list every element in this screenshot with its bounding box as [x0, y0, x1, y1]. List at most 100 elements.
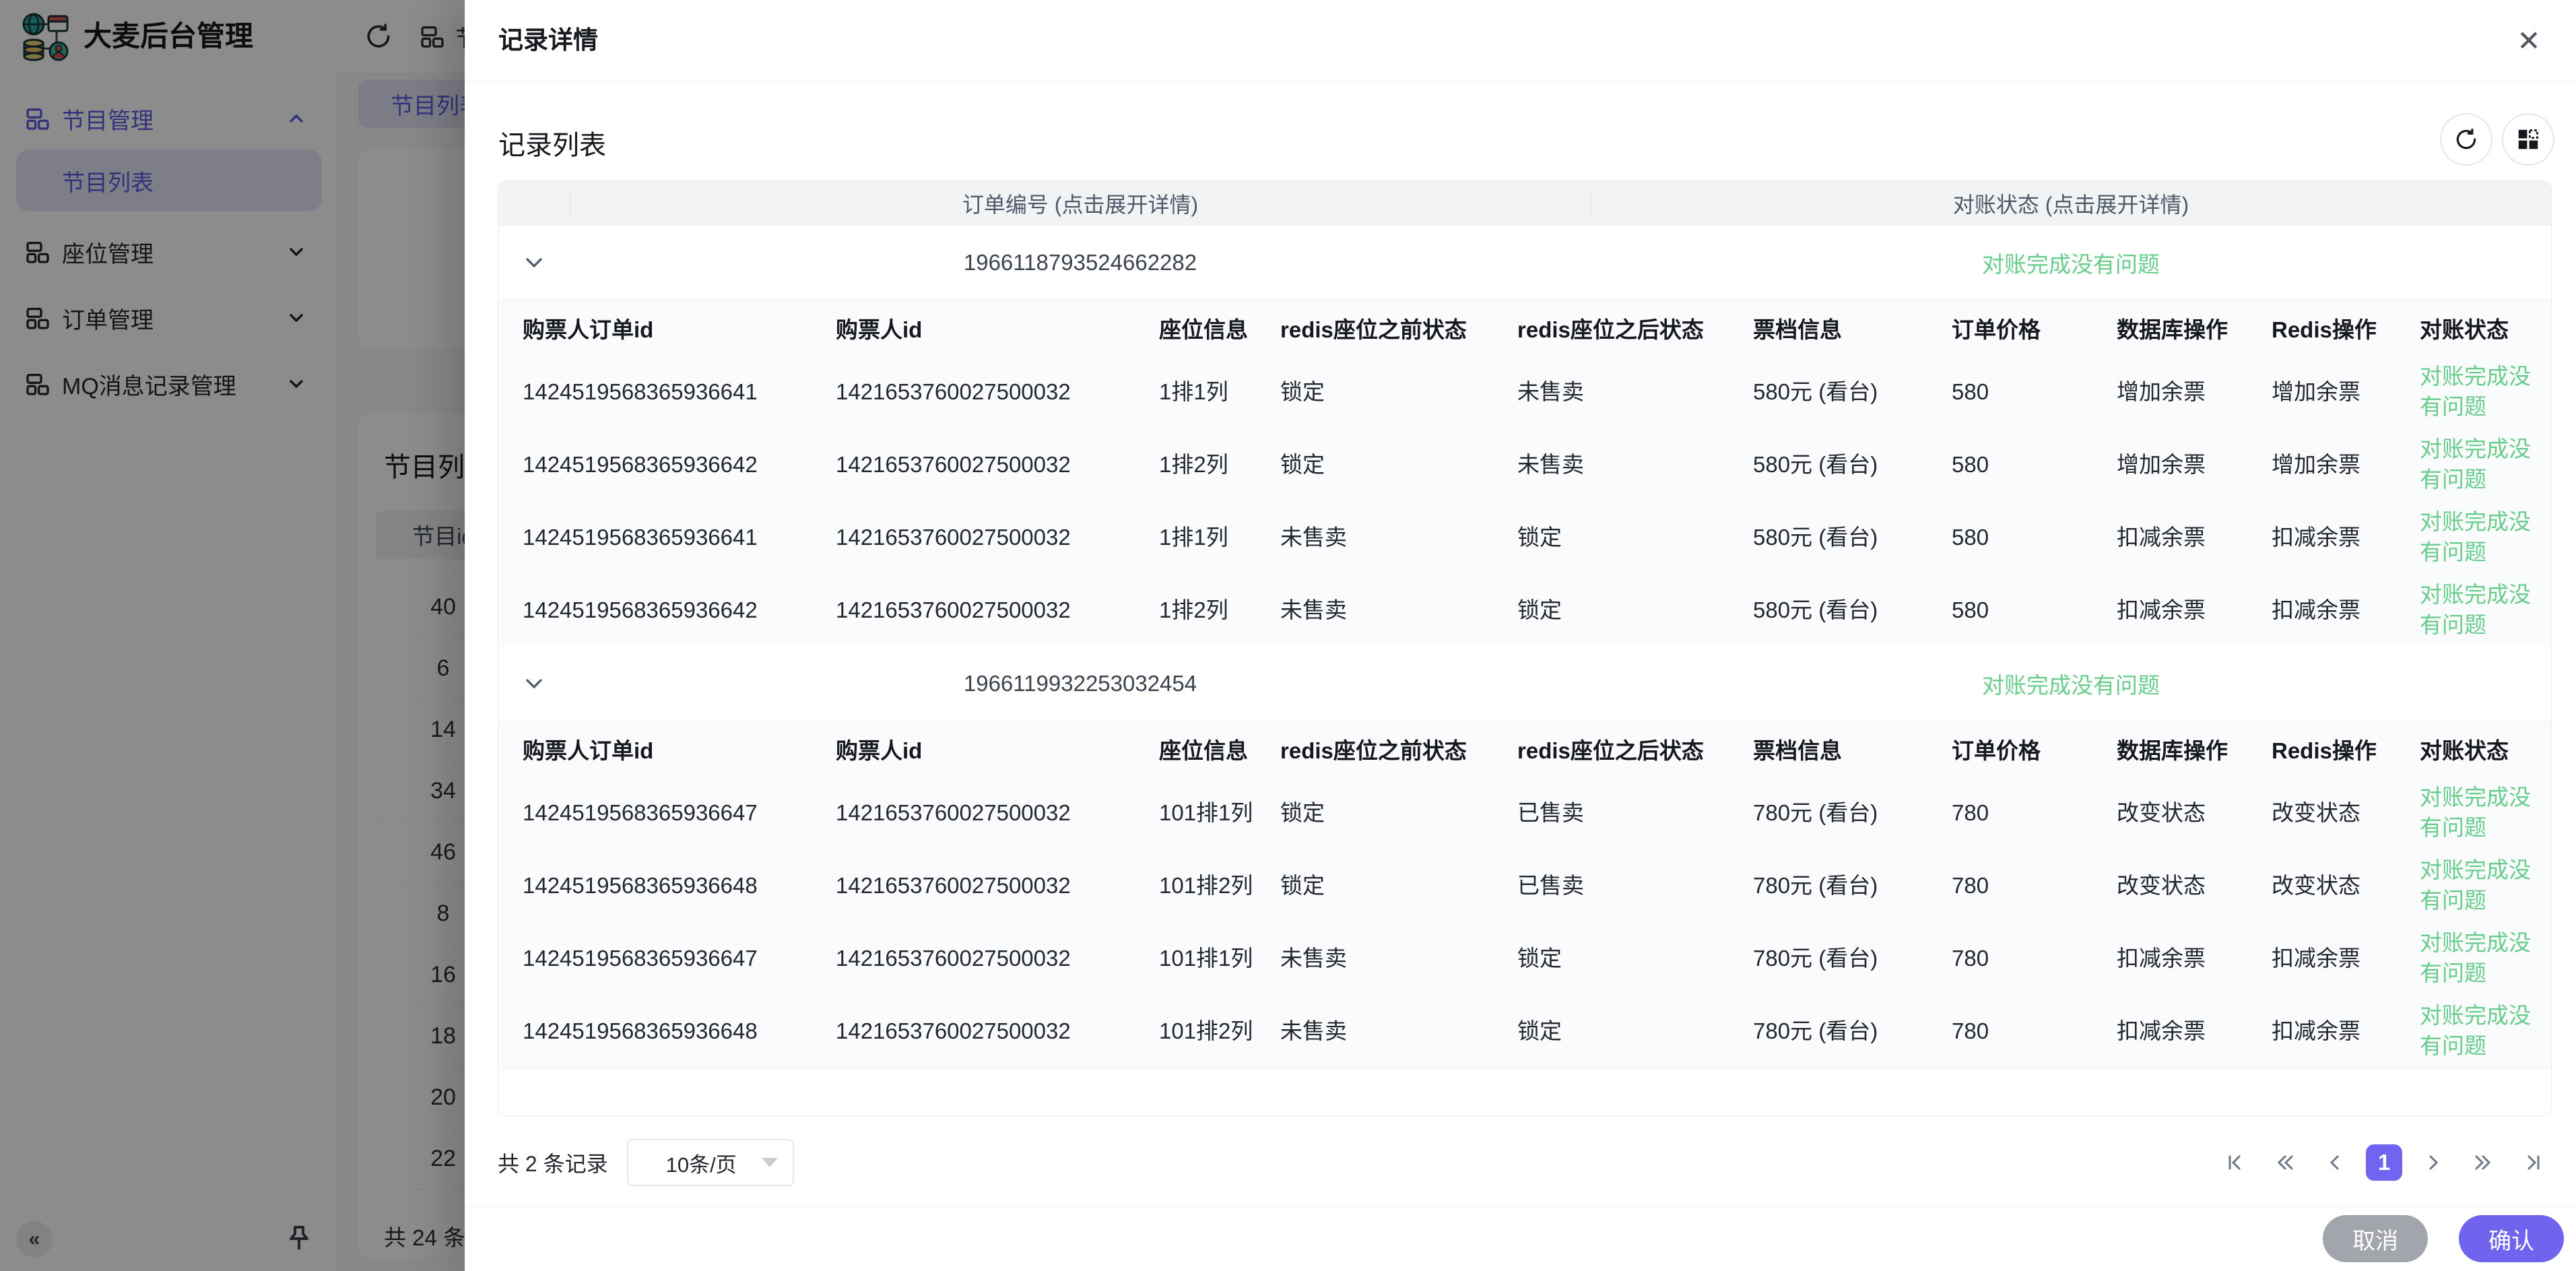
subtable-cell: 580: [1952, 377, 2117, 408]
subtable-cell: 改变状态: [2117, 798, 2272, 828]
subtable-cell: 改变状态: [2272, 798, 2420, 828]
subtable-column-header: 对账状态: [2420, 312, 2551, 344]
subtable-cell: 扣减余票: [2272, 1016, 2420, 1047]
confirm-button[interactable]: 确认: [2459, 1215, 2564, 1262]
order-group-row[interactable]: 1966118793524662282对账完成没有问题: [498, 226, 2551, 300]
cancel-button[interactable]: 取消: [2323, 1215, 2428, 1262]
subtable-cell: 780: [1952, 1016, 2117, 1047]
subtable-cell: 增加余票: [2117, 377, 2272, 408]
forward-5-pages-button[interactable]: [2464, 1144, 2502, 1181]
subtable-column-header: 购票人订单id: [523, 312, 836, 344]
prev-page-button[interactable]: [2316, 1144, 2354, 1181]
order-group-row[interactable]: 1966119932253032454对账完成没有问题: [498, 647, 2551, 721]
modal-header: 记录详情 ✕: [465, 0, 2576, 82]
modal-title: 记录详情: [498, 0, 598, 81]
subtable-cell: 1421653760027500032: [836, 798, 1159, 828]
recon-status-column-header: 对账状态 (点击展开详情): [1591, 181, 2551, 226]
subtable-cell: 1424519568365936641: [523, 523, 836, 553]
subtable-cell: 锁定: [1280, 871, 1517, 901]
subtable-cell: 1424519568365936647: [523, 944, 836, 974]
subtable-cell: 锁定: [1517, 523, 1753, 553]
subtable-row: 142451956836593664214216537600275000321排…: [498, 428, 2551, 501]
subtable-column-header: 票档信息: [1753, 733, 1952, 765]
subtable-cell: 1421653760027500032: [836, 595, 1159, 626]
subtable-column-header: 座位信息: [1159, 733, 1280, 765]
close-icon[interactable]: ✕: [2511, 23, 2546, 58]
subtable-cell: 780元 (看台): [1753, 871, 1952, 901]
subtable-column-header: 对账状态: [2420, 733, 2551, 765]
subtable-cell: 1排1列: [1159, 377, 1280, 408]
order-number: 1966119932253032454: [570, 647, 1591, 721]
subtable-cell: 580元 (看台): [1753, 450, 1952, 480]
caret-down-icon: [762, 1158, 778, 1167]
layout-grid-icon: [2515, 127, 2541, 152]
recon-status-cell: 对账完成没有问题: [2420, 507, 2551, 567]
subtable-header: 购票人订单id购票人id座位信息redis座位之前状态redis座位之后状态票档…: [498, 721, 2551, 777]
subtable-column-header: redis座位之前状态: [1280, 733, 1517, 765]
refresh-button[interactable]: [2440, 113, 2492, 166]
order-detail-subtable: 购票人订单id购票人id座位信息redis座位之前状态redis座位之后状态票档…: [498, 300, 2551, 647]
subtable-row: 1424519568365936648142165376002750003210…: [498, 995, 2551, 1068]
subtable-cell: 1排2列: [1159, 450, 1280, 480]
back-5-pages-button[interactable]: [2266, 1144, 2304, 1181]
subtable-column-header: 订单价格: [1952, 733, 2117, 765]
subtable-cell: 580: [1952, 595, 2117, 626]
column-settings-button[interactable]: [2502, 113, 2554, 166]
subtable-cell: 扣减余票: [2117, 523, 2272, 553]
subtable-cell: 780: [1952, 871, 2117, 901]
subtable-cell: 增加余票: [2272, 377, 2420, 408]
subtable-cell: 1424519568365936647: [523, 798, 836, 828]
recon-status-cell: 对账完成没有问题: [2420, 855, 2551, 915]
subtable-column-header: 订单价格: [1952, 312, 2117, 344]
subtable-cell: 1424519568365936642: [523, 450, 836, 480]
current-page-button[interactable]: 1: [2366, 1144, 2402, 1181]
subtable-row: 142451956836593664114216537600275000321排…: [498, 356, 2551, 428]
subtable-cell: 1424519568365936641: [523, 377, 836, 408]
expand-column-header: [498, 181, 570, 226]
recon-status-cell: 对账完成没有问题: [2420, 783, 2551, 843]
subtable-row: 142451956836593664214216537600275000321排…: [498, 574, 2551, 647]
order-number: 1966118793524662282: [570, 226, 1591, 300]
subtable-cell: 101排1列: [1159, 944, 1280, 974]
record-detail-modal: 记录详情 ✕ 记录列表 订单编号 (点: [465, 0, 2576, 1271]
subtable-column-header: 数据库操作: [2117, 733, 2272, 765]
recon-status: 对账完成没有问题: [1591, 226, 2551, 300]
expand-chevron-icon[interactable]: [498, 226, 570, 300]
subtable-cell: 1424519568365936648: [523, 871, 836, 901]
subtable-column-header: 购票人订单id: [523, 733, 836, 765]
subtable-cell: 改变状态: [2272, 871, 2420, 901]
subtable-cell: 锁定: [1517, 1016, 1753, 1047]
subtable-cell: 1排1列: [1159, 523, 1280, 553]
subtable-row: 142451956836593664114216537600275000321排…: [498, 501, 2551, 574]
subtable-cell: 780元 (看台): [1753, 1016, 1952, 1047]
screen: 大麦后台管理 节目列表 节目管理 节目列表 座位管理: [0, 0, 2576, 1271]
subtable-cell: 1421653760027500032: [836, 377, 1159, 408]
subtable-cell: 580元 (看台): [1753, 377, 1952, 408]
subtable-cell: 1421653760027500032: [836, 523, 1159, 553]
expand-chevron-icon[interactable]: [498, 647, 570, 721]
subtable-cell: 1421653760027500032: [836, 871, 1159, 901]
subtable-column-header: redis座位之前状态: [1280, 312, 1517, 344]
next-page-button[interactable]: [2414, 1144, 2452, 1181]
subtable-cell: 锁定: [1517, 595, 1753, 626]
page-size-select[interactable]: 10条/页: [627, 1139, 794, 1186]
subtable-cell: 未售卖: [1280, 523, 1517, 553]
subtable-cell: 未售卖: [1517, 377, 1753, 408]
first-page-button[interactable]: [2216, 1144, 2254, 1181]
record-list-title: 记录列表: [498, 123, 606, 162]
subtable-cell: 增加余票: [2272, 450, 2420, 480]
recon-status: 对账完成没有问题: [1591, 647, 2551, 721]
subtable-cell: 扣减余票: [2117, 1016, 2272, 1047]
subtable-cell: 改变状态: [2117, 871, 2272, 901]
last-page-button[interactable]: [2514, 1144, 2552, 1181]
subtable-cell: 580: [1952, 523, 2117, 553]
subtable-cell: 未售卖: [1280, 595, 1517, 626]
subtable-cell: 扣减余票: [2272, 523, 2420, 553]
recon-status-cell: 对账完成没有问题: [2420, 580, 2551, 640]
modal-footer: 取消 确认: [465, 1206, 2576, 1271]
subtable-column-header: 座位信息: [1159, 312, 1280, 344]
subtable-cell: 580元 (看台): [1753, 595, 1952, 626]
subtable-row: 1424519568365936648142165376002750003210…: [498, 849, 2551, 922]
subtable-column-header: Redis操作: [2272, 733, 2420, 765]
pagination-bar: 共 2 条记录 10条/页 1: [498, 1138, 2552, 1187]
